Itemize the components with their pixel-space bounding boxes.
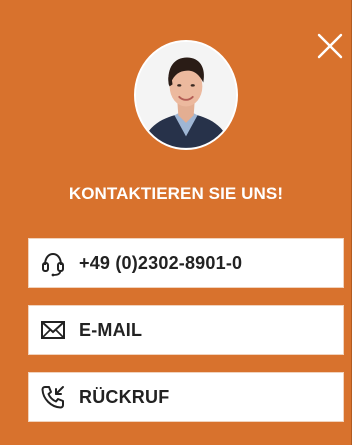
callback-button-label: RÜCKRUF: [79, 386, 170, 407]
person-photo: [136, 42, 236, 148]
close-icon: [317, 33, 343, 59]
email-button[interactable]: E-MAIL: [28, 305, 344, 355]
avatar: [134, 40, 238, 150]
close-button[interactable]: [314, 30, 346, 62]
contact-headline: KONTAKTIEREN SIE UNS!: [68, 184, 284, 203]
headset-icon: [39, 249, 67, 277]
email-button-label: E-MAIL: [79, 319, 143, 340]
envelope-icon: [39, 316, 67, 344]
phone-button-label: +49 (0)2302-8901-0: [79, 252, 243, 273]
contact-panel: KONTAKTIEREN SIE UNS! +49 (0)2302-8901-0…: [0, 0, 352, 445]
callback-phone-icon: [39, 383, 67, 411]
callback-button[interactable]: RÜCKRUF: [28, 372, 344, 422]
phone-button[interactable]: +49 (0)2302-8901-0: [28, 238, 344, 288]
